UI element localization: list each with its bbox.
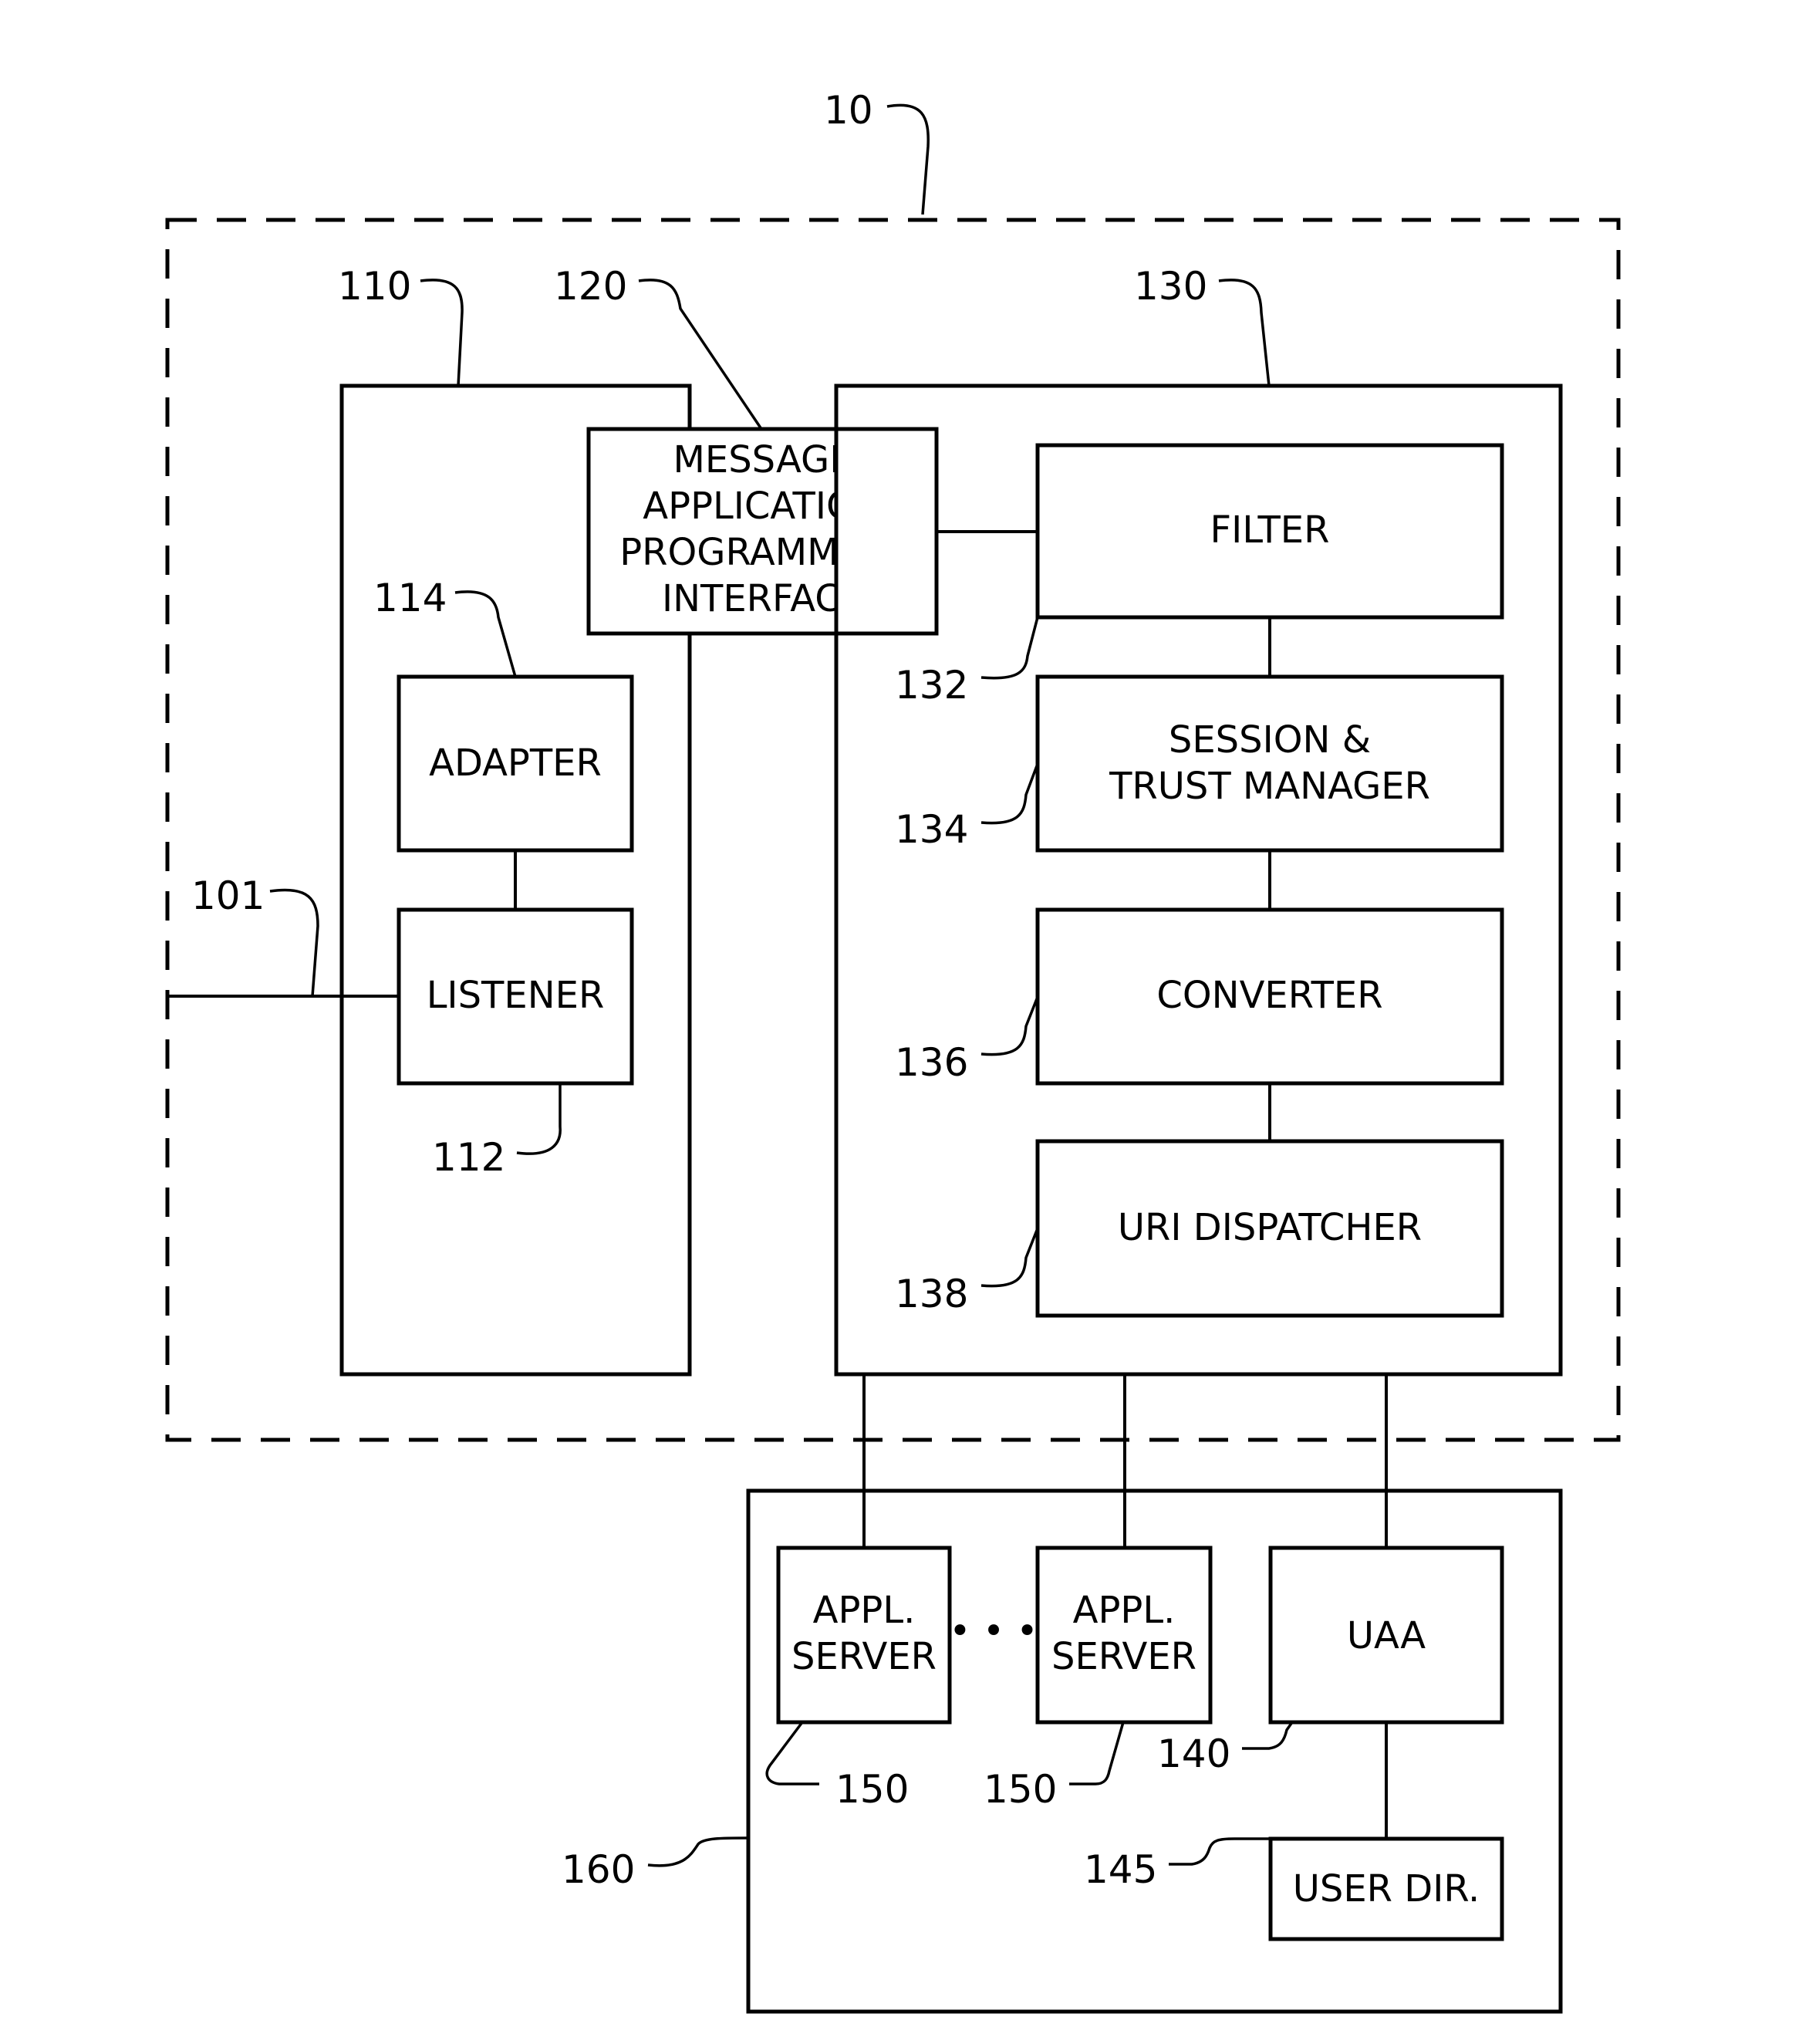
adapter-label: ADAPTER [429, 742, 602, 785]
ellipsis: • • • [949, 1610, 1038, 1653]
leader-160 [647, 1836, 749, 1867]
ref-140: 140 [1157, 1731, 1230, 1776]
leader-system [886, 103, 930, 215]
uaa-label: UAA [1347, 1614, 1426, 1657]
ref-system: 10 [824, 88, 873, 133]
uri-dispatcher-label: URI DISPATCHER [1118, 1206, 1422, 1249]
session-trust-manager-box [1035, 674, 1504, 853]
server-1-label-line-2: SERVER [791, 1635, 937, 1678]
ref-138: 138 [895, 1272, 968, 1316]
ref-130: 130 [1134, 264, 1207, 309]
api-label-line-1: MESSAGE [673, 438, 852, 481]
server-1-label-line-1: APPL. [813, 1589, 916, 1632]
ref-101: 101 [191, 873, 265, 918]
listener-label: LISTENER [427, 974, 605, 1017]
ref-134: 134 [895, 807, 968, 852]
ref-114: 114 [373, 576, 447, 620]
server-2-label-line-1: APPL. [1073, 1589, 1176, 1632]
converter-label: CONVERTER [1156, 974, 1382, 1017]
ref-136: 136 [895, 1040, 968, 1085]
user-dir-label: USER DIR. [1293, 1867, 1480, 1911]
session-label-line-2: TRUST MANAGER [1109, 765, 1430, 808]
leader-130 [1218, 279, 1271, 387]
ref-160: 160 [562, 1847, 635, 1892]
system-diagram: 10 110 120 MESSAGE APPLICATION PROGRAMMI… [165, 88, 1621, 2014]
leader-150-b [1069, 1721, 1125, 1786]
ref-132: 132 [895, 663, 968, 708]
server-2-label-line-2: SERVER [1051, 1635, 1196, 1678]
ref-145: 145 [1084, 1847, 1157, 1892]
filter-label: FILTER [1210, 508, 1330, 552]
leader-145 [1169, 1837, 1271, 1866]
leader-140 [1242, 1721, 1294, 1750]
ref-150-a: 150 [835, 1767, 909, 1812]
session-label-line-1: SESSION & [1169, 718, 1371, 762]
ref-112: 112 [432, 1135, 505, 1180]
leader-101 [269, 888, 319, 997]
api-label-line-4: INTERFACE [662, 577, 864, 620]
ref-110: 110 [338, 264, 411, 309]
ref-150-b: 150 [984, 1767, 1057, 1812]
leader-110 [420, 279, 464, 387]
ref-120: 120 [554, 264, 627, 309]
leader-150-a [765, 1721, 819, 1786]
